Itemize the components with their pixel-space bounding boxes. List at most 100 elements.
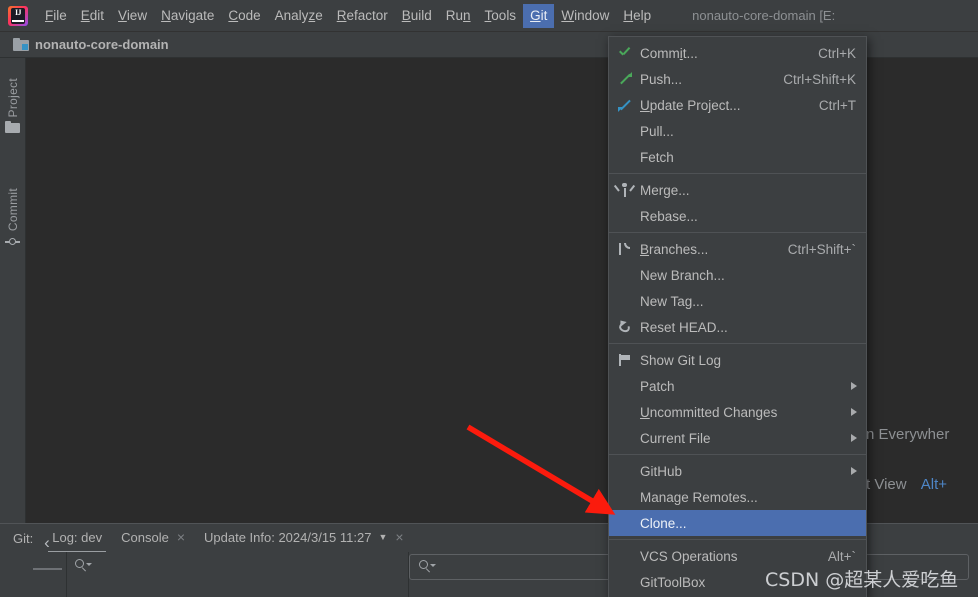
menu-build[interactable]: Build <box>395 4 439 28</box>
menu-item-current-file[interactable]: Current File <box>609 425 866 451</box>
menu-edit[interactable]: Edit <box>74 4 111 28</box>
no-icon <box>609 425 640 451</box>
no-icon <box>609 373 640 399</box>
watermark-text: CSDN @超某人爱吃鱼 <box>765 569 959 591</box>
search-icon <box>75 559 92 574</box>
menu-window[interactable]: Window <box>554 4 616 28</box>
menu-item-fetch[interactable]: Fetch <box>609 144 866 170</box>
menu-item-new-tag[interactable]: New Tag... <box>609 288 866 314</box>
no-icon <box>609 458 640 484</box>
menu-file[interactable]: File <box>38 4 74 28</box>
tab-update-info-label: Update Info: 2024/3/15 11:27 <box>204 529 372 545</box>
hint-search-everywhere: n Everywher <box>866 426 949 443</box>
menu-item-commit-label: Commit... <box>640 45 698 61</box>
menu-item-update-project[interactable]: Update Project... Ctrl+T <box>609 92 866 118</box>
log-search-input[interactable] <box>66 553 402 580</box>
menu-item-push-label: Push... <box>640 71 683 87</box>
close-icon[interactable]: × <box>177 530 185 544</box>
menu-code[interactable]: Code <box>221 4 267 28</box>
menu-item-reset-head-label: Reset HEAD... <box>640 319 728 335</box>
undo-icon <box>609 314 640 340</box>
collapse-panel-button[interactable]: ‹ <box>36 532 58 554</box>
menu-view[interactable]: View <box>111 4 154 28</box>
branch-icon <box>609 236 640 262</box>
search-icon <box>419 559 436 575</box>
menu-item-commit-shortcut: Ctrl+K <box>818 45 856 61</box>
breadcrumb[interactable]: nonauto-core-domain <box>13 37 169 52</box>
submenu-chevron-right-icon <box>851 467 857 475</box>
green-arrow-up-right-icon <box>609 66 640 92</box>
menu-item-github-label: GitHub <box>640 463 683 479</box>
submenu-chevron-right-icon <box>851 434 857 442</box>
commit-icon <box>5 235 20 248</box>
menu-item-uncommitted-changes-label: Uncommitted Changes <box>640 404 778 420</box>
menu-item-github[interactable]: GitHub <box>609 458 866 484</box>
menu-item-show-git-log-label: Show Git Log <box>640 352 722 368</box>
menu-navigate[interactable]: Navigate <box>154 4 221 28</box>
git-menu-popup: Commit... Ctrl+K Push... Ctrl+Shift+K Up… <box>608 36 867 597</box>
menu-analyze[interactable]: Analyze <box>268 4 330 28</box>
menu-item-reset-head[interactable]: Reset HEAD... <box>609 314 866 340</box>
menu-item-new-branch[interactable]: New Branch... <box>609 262 866 288</box>
menu-refactor[interactable]: Refactor <box>330 4 395 28</box>
main-menu-bar: IJ File Edit View Navigate Code Analyze … <box>0 0 978 32</box>
menu-item-pull[interactable]: Pull... <box>609 118 866 144</box>
menu-item-uncommitted-changes[interactable]: Uncommitted Changes <box>609 399 866 425</box>
sidebar-item-commit[interactable]: Commit <box>0 188 25 248</box>
menu-item-vcs-operations-label: VCS Operations <box>640 548 738 564</box>
menu-item-commit[interactable]: Commit... Ctrl+K <box>609 40 866 66</box>
menu-git[interactable]: Git <box>523 3 555 28</box>
menu-run[interactable]: Run <box>439 4 478 28</box>
hint-project-view: t View Alt+ <box>866 476 947 493</box>
menu-item-branches-label: Branches... <box>640 241 709 257</box>
intellij-idea-window: IJ File Edit View Navigate Code Analyze … <box>0 0 978 597</box>
submenu-chevron-right-icon <box>851 382 857 390</box>
tab-update-info[interactable]: Update Info: 2024/3/15 11:27 ▼ × <box>204 530 404 547</box>
menu-item-pull-label: Pull... <box>640 123 674 139</box>
menu-item-merge-label: Merge... <box>640 182 690 198</box>
menu-item-vcs-operations-shortcut: Alt+` <box>827 548 856 564</box>
tab-console-label: Console <box>121 529 169 545</box>
breadcrumb-project-name: nonauto-core-domain <box>35 37 169 52</box>
no-icon <box>609 288 640 314</box>
no-icon <box>609 484 640 510</box>
hint-project-view-key: Alt+ <box>920 476 948 493</box>
tab-log-dev[interactable]: Log: dev <box>48 529 106 554</box>
hint-search-everywhere-label: n Everywher <box>866 426 950 443</box>
no-icon <box>609 262 640 288</box>
menu-separator <box>609 539 866 540</box>
menu-item-clone[interactable]: Clone... <box>609 510 866 536</box>
project-folder-icon <box>13 38 29 51</box>
no-icon <box>609 543 640 569</box>
menu-item-show-git-log[interactable]: Show Git Log <box>609 347 866 373</box>
submenu-chevron-right-icon <box>851 408 857 416</box>
no-icon <box>609 203 640 229</box>
menu-item-current-file-label: Current File <box>640 430 711 446</box>
menu-item-manage-remotes-label: Manage Remotes... <box>640 489 758 505</box>
chevron-down-icon[interactable]: ▼ <box>378 532 387 542</box>
menu-item-manage-remotes[interactable]: Manage Remotes... <box>609 484 866 510</box>
intellij-idea-logo-icon: IJ <box>8 5 28 26</box>
menu-item-new-tag-label: New Tag... <box>640 293 704 309</box>
window-title: nonauto-core-domain [E: <box>692 8 836 23</box>
menu-item-branches[interactable]: Branches... Ctrl+Shift+` <box>609 236 866 262</box>
menu-item-update-project-shortcut: Ctrl+T <box>818 97 856 113</box>
tab-log-dev-label: Log: dev <box>52 529 103 545</box>
tab-console[interactable]: Console × <box>121 530 185 547</box>
menu-item-branches-shortcut: Ctrl+Shift+` <box>787 241 856 257</box>
menu-item-rebase-label: Rebase... <box>640 208 698 224</box>
merge-icon <box>609 177 640 203</box>
no-icon <box>609 510 640 536</box>
sidebar-item-project[interactable]: Project <box>0 78 25 134</box>
menu-tools[interactable]: Tools <box>478 4 524 28</box>
menu-item-push[interactable]: Push... Ctrl+Shift+K <box>609 66 866 92</box>
close-icon[interactable]: × <box>395 530 403 544</box>
menu-item-new-branch-label: New Branch... <box>640 267 725 283</box>
menu-separator <box>609 454 866 455</box>
menu-item-merge[interactable]: Merge... <box>609 177 866 203</box>
menu-item-patch[interactable]: Patch <box>609 373 866 399</box>
no-icon <box>609 399 640 425</box>
menu-help[interactable]: Help <box>616 4 658 28</box>
folder-icon <box>5 121 20 134</box>
menu-item-rebase[interactable]: Rebase... <box>609 203 866 229</box>
